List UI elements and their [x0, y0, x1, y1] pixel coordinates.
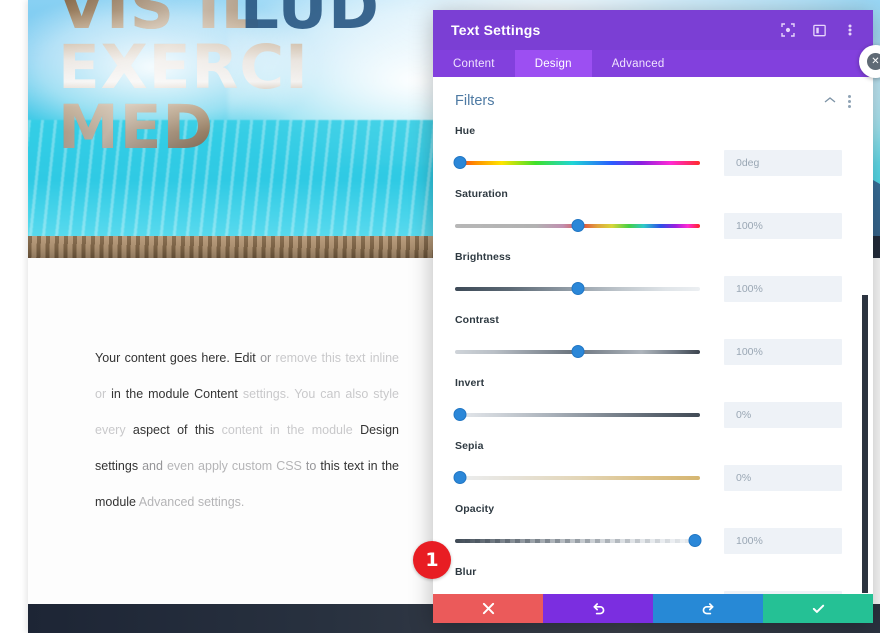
filter-label: Hue [455, 125, 476, 137]
filters-section-header: Filters [455, 77, 851, 113]
hue-slider[interactable] [453, 155, 700, 171]
filter-label: Invert [455, 377, 485, 389]
hue-value-input[interactable]: 0deg [724, 150, 842, 176]
slider-track [455, 413, 700, 417]
filter-label: Sepia [455, 440, 484, 452]
filter-label: Brightness [455, 251, 511, 263]
filter-field-opacity: Opacity 100% [455, 503, 851, 554]
modal-action-bar [433, 594, 873, 623]
modal-header-icons [779, 21, 859, 39]
opacity-value-input[interactable]: 100% [724, 528, 842, 554]
slider-track [455, 161, 700, 165]
body-seg: in the module Content [111, 387, 243, 401]
body-paragraph: Your content goes here. Edit or remove t… [95, 340, 399, 520]
text-settings-modal: Text Settings Content Design Advanced Fi… [433, 10, 873, 623]
more-options-icon[interactable] [841, 21, 859, 39]
filter-field-brightness: Brightness 100% [455, 251, 851, 302]
slider-track [455, 476, 700, 480]
opacity-slider[interactable] [455, 533, 702, 549]
slider-track-fade [455, 539, 700, 543]
slider-thumb[interactable] [453, 471, 467, 484]
filter-label: Blur [455, 566, 477, 578]
section-menu-icon[interactable] [848, 94, 851, 108]
tab-advanced[interactable]: Advanced [592, 50, 685, 77]
sepia-slider[interactable] [453, 470, 700, 486]
modal-body: Filters Hue 0deg Saturation 100% Brightn… [433, 77, 873, 594]
body-seg: even apply custom CSS [166, 459, 306, 473]
hero-heading-line-3: MED [58, 91, 215, 163]
annotation-badge-1: 1 [413, 541, 451, 579]
body-seg: content in the module [221, 423, 361, 437]
filter-label: Contrast [455, 314, 499, 326]
responsive-preview-icon[interactable] [779, 21, 797, 39]
brightness-slider[interactable] [455, 281, 700, 297]
close-icon: ✕ [867, 53, 880, 70]
brightness-value-input[interactable]: 100% [724, 276, 842, 302]
invert-value-input[interactable]: 0% [724, 402, 842, 428]
section-actions [824, 94, 851, 108]
filter-field-invert: Invert 0% [453, 377, 851, 428]
filter-field-sepia: Sepia 0% [453, 440, 851, 491]
tab-design[interactable]: Design [514, 50, 592, 77]
tab-content[interactable]: Content [433, 50, 515, 77]
section-title: Filters [455, 93, 495, 109]
invert-slider[interactable] [453, 407, 700, 423]
slider-thumb[interactable] [688, 534, 702, 547]
filter-label: Saturation [455, 188, 508, 200]
panel-layout-icon[interactable] [810, 21, 828, 39]
modal-header: Text Settings [433, 10, 873, 50]
save-button[interactable] [763, 594, 873, 623]
blur-value-input[interactable]: 0px [724, 591, 842, 594]
chevron-up-icon[interactable] [824, 96, 836, 107]
redo-button[interactable] [653, 594, 763, 623]
slider-thumb[interactable] [571, 345, 584, 358]
slider-thumb[interactable] [571, 282, 584, 295]
slider-thumb[interactable] [453, 408, 467, 421]
body-seg: Advanced settings. [138, 495, 245, 509]
slider-thumb[interactable] [453, 156, 467, 169]
filter-field-saturation: Saturation 100% [455, 188, 851, 239]
body-seg: Your content goes here. Edit [95, 351, 261, 365]
filter-label: Opacity [455, 503, 495, 515]
settings-scrollbar-thumb[interactable] [862, 295, 868, 593]
body-seg: or [260, 351, 276, 365]
saturation-slider[interactable] [455, 218, 700, 234]
modal-tabs: Content Design Advanced [433, 50, 873, 77]
body-seg: to [305, 459, 321, 473]
cancel-button[interactable] [433, 594, 543, 623]
filter-field-contrast: Contrast 100% [455, 314, 851, 365]
filter-field-hue: Hue 0deg [453, 125, 851, 176]
saturation-value-input[interactable]: 100% [724, 213, 842, 239]
modal-title: Text Settings [451, 22, 541, 38]
body-seg: aspect of this [132, 423, 222, 437]
filter-field-blur: Blur 0px [455, 566, 851, 594]
undo-button[interactable] [543, 594, 653, 623]
sepia-value-input[interactable]: 0% [724, 465, 842, 491]
body-seg: and [142, 459, 167, 473]
hero-heading-accent: LUD [240, 0, 380, 43]
screen-root: VIS IL EXERCI MED LUD Your content goes he… [0, 0, 880, 633]
slider-thumb[interactable] [571, 219, 584, 232]
contrast-slider[interactable] [455, 344, 700, 360]
contrast-value-input[interactable]: 100% [724, 339, 842, 365]
